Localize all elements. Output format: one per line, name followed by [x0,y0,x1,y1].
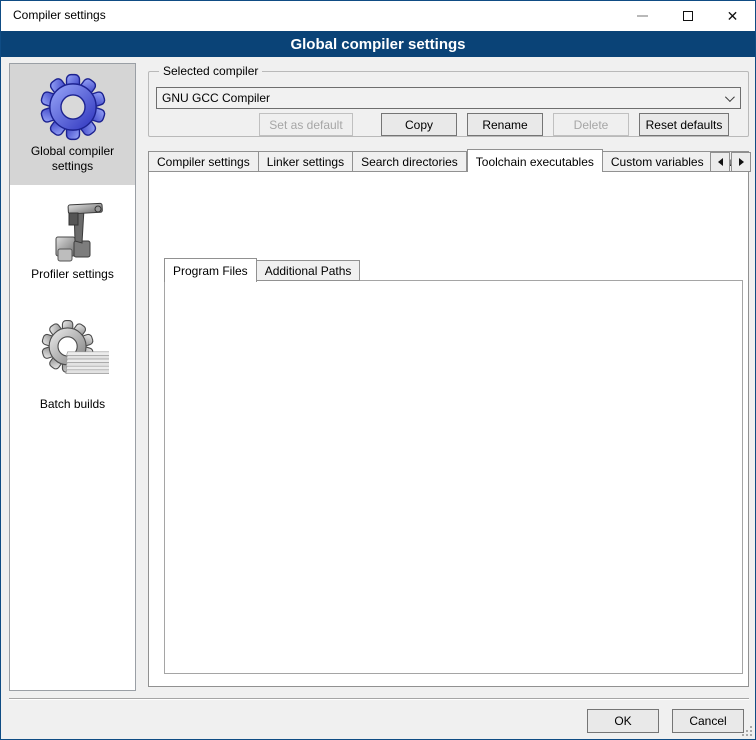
arrow-left-icon [718,158,723,166]
sidebar-item-label: Profiler settings [10,267,135,282]
sidebar-item-profiler-settings[interactable]: Profiler settings [10,185,135,295]
compiler-settings-dialog: Compiler settings ✕ Global compiler sett… [0,0,756,740]
page-title: Global compiler settings [290,36,465,53]
compiler-select[interactable]: GNU GCC Compiler [156,87,741,109]
minimize-icon [637,15,648,17]
copy-button[interactable]: Copy [381,113,457,136]
delete-button[interactable]: Delete [553,113,629,136]
sidebar-item-global-compiler-settings[interactable]: Global compiler settings [10,64,135,185]
sidebar-item-batch-builds[interactable]: Batch builds [10,295,135,412]
tab-search-directories[interactable]: Search directories [353,151,467,172]
sidebar-item-label: Batch builds [10,397,135,412]
tab-scroll-right-button[interactable] [731,152,751,172]
tab-linker-settings[interactable]: Linker settings [259,151,353,172]
arrow-right-icon [739,158,744,166]
tab-compiler-settings[interactable]: Compiler settings [148,151,259,172]
settings-category-list: Global compiler settings [9,63,136,691]
minimize-button[interactable] [620,1,665,31]
chevron-down-icon [725,92,735,102]
maximize-button[interactable] [665,1,710,31]
set-as-default-button[interactable]: Set as default [259,113,353,136]
tab-toolchain-executables[interactable]: Toolchain executables [467,149,603,172]
resize-grip[interactable] [742,726,752,736]
sidebar-item-label: Global compiler [10,144,135,159]
cancel-button[interactable]: Cancel [672,709,744,733]
close-icon: ✕ [727,9,739,23]
sidebar-item-label: settings [10,159,135,174]
reset-defaults-button[interactable]: Reset defaults [639,113,729,136]
tab-program-files[interactable]: Program Files [164,258,257,282]
compiler-tabs: Compiler settings Linker settings Search… [148,148,749,172]
dialog-header: Global compiler settings [1,31,755,57]
titlebar[interactable]: Compiler settings ✕ [1,1,755,31]
group-legend: Selected compiler [159,64,262,78]
program-files-page [164,280,743,674]
compiler-select-value: GNU GCC Compiler [162,91,270,105]
blue-gear-icon [10,70,135,144]
tab-scroll-left-button[interactable] [710,152,730,172]
close-button[interactable]: ✕ [710,1,755,31]
ok-button[interactable]: OK [587,709,659,733]
maximize-icon [683,11,693,21]
tab-custom-variables[interactable]: Custom variables [603,151,713,172]
caliper-icon [10,197,135,267]
window-title: Compiler settings [13,8,106,22]
gray-gear-stack-icon [10,317,135,383]
rename-button[interactable]: Rename [467,113,543,136]
tab-additional-paths[interactable]: Additional Paths [257,260,361,281]
footer-separator [9,698,749,700]
files-tabs: Program Files Additional Paths [164,257,360,281]
